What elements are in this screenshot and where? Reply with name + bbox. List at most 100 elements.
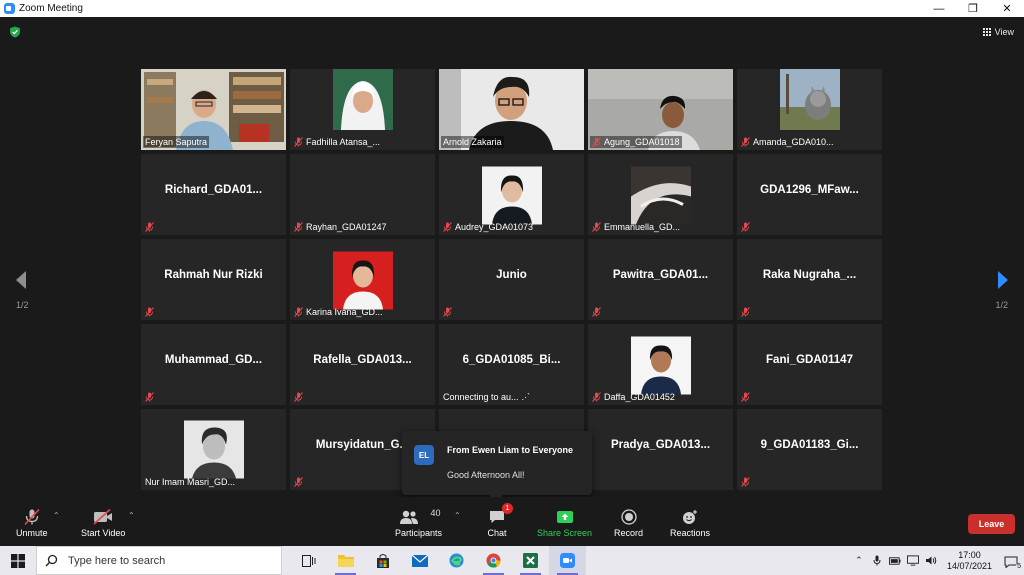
participant-photo <box>779 69 840 130</box>
participant-tile[interactable]: Fadhilla Atansa_... <box>290 69 435 150</box>
participant-tile[interactable]: Pradya_GDA013... <box>588 409 733 490</box>
participant-tile[interactable]: 9_GDA01183_Gi... <box>737 409 882 490</box>
share-screen-icon <box>554 508 576 526</box>
participant-display-name: Junio <box>496 269 527 281</box>
close-button[interactable]: ✕ <box>990 0 1024 17</box>
participant-tile[interactable]: Rayhan_GDA01247 <box>290 154 435 235</box>
microphone-tray-icon[interactable] <box>871 555 883 567</box>
clock-date: 14/07/2021 <box>946 560 992 571</box>
participant-tile[interactable]: Feryan Saputra <box>141 69 286 150</box>
participant-tile[interactable]: Emmanuella_GD... <box>588 154 733 235</box>
next-page-arrow-icon[interactable] <box>996 270 1010 290</box>
participant-name-label <box>292 476 305 488</box>
sender-avatar: EL <box>414 445 434 465</box>
audio-options-caret[interactable]: ⌃ <box>53 511 60 520</box>
show-hidden-icons-chevron-icon[interactable]: ⌃ <box>853 555 865 567</box>
participant-tile[interactable]: Agung_GDA01018 <box>588 69 733 150</box>
encryption-shield-icon[interactable] <box>9 26 21 38</box>
mail-button[interactable] <box>401 546 438 575</box>
participant-tile[interactable]: Karina Ivana_GD... <box>290 239 435 320</box>
edge-browser-button[interactable] <box>438 546 475 575</box>
participant-tile[interactable]: Audrey_GDA01073 <box>439 154 584 235</box>
zoom-taskbar-button[interactable] <box>549 546 586 575</box>
participant-tile[interactable]: 6_GDA01085_Bi... Connecting to au... .·` <box>439 324 584 405</box>
participant-name-label <box>739 391 752 403</box>
video-off-icon <box>92 508 114 526</box>
start-button[interactable] <box>0 546 36 575</box>
muted-mic-icon <box>294 222 303 232</box>
participant-tile[interactable]: Daffa_GDA01452 <box>588 324 733 405</box>
muted-mic-icon <box>741 137 750 147</box>
participant-tile[interactable]: Arnold Zakaria <box>439 69 584 150</box>
muted-microphone-icon <box>21 508 43 526</box>
participant-gallery: Feryan Saputra Fadhilla Atansa_... Arnol… <box>141 69 882 490</box>
participant-tile[interactable]: Raka Nugraha_... <box>737 239 882 320</box>
participant-display-name: Rafella_GDA013... <box>313 354 412 366</box>
unmute-button[interactable]: Unmute <box>16 508 48 538</box>
start-video-button[interactable]: Start Video <box>81 508 125 538</box>
microsoft-store-button[interactable] <box>364 546 401 575</box>
share-screen-button[interactable]: Share Screen <box>537 508 592 538</box>
participants-count: 40 <box>430 508 441 518</box>
record-icon <box>618 508 640 526</box>
battery-icon[interactable] <box>888 555 901 567</box>
participant-tile[interactable]: Pawitra_GDA01... <box>588 239 733 320</box>
muted-mic-icon <box>592 222 601 232</box>
participant-name: Emmanuella_GD... <box>604 222 681 232</box>
participants-options-caret[interactable]: ⌃ <box>454 511 461 520</box>
muted-mic-icon <box>443 222 452 232</box>
chat-message: Good Afternoon All! <box>447 470 525 480</box>
previous-page-arrow-icon[interactable] <box>14 270 28 290</box>
participant-tile[interactable]: Fani_GDA01147 <box>737 324 882 405</box>
mail-icon <box>411 554 428 567</box>
participant-tile[interactable]: Amanda_GDA010... <box>737 69 882 150</box>
participant-tile[interactable]: GDA1296_MFaw... <box>737 154 882 235</box>
participant-display-name: Pawitra_GDA01... <box>612 269 709 281</box>
clock-time: 17:00 <box>958 549 981 560</box>
edge-icon <box>449 553 464 568</box>
volume-icon[interactable] <box>925 555 937 567</box>
participant-name: Karina Ivana_GD... <box>306 307 383 317</box>
muted-mic-icon <box>145 222 154 232</box>
restore-button[interactable]: ❐ <box>956 0 990 17</box>
participant-name-label <box>739 306 752 318</box>
participant-tile[interactable]: Muhammad_GD... <box>141 324 286 405</box>
participant-display-name: 6_GDA01085_Bi... <box>462 354 561 366</box>
task-view-button[interactable] <box>290 546 327 575</box>
chat-notification[interactable]: EL From Ewen Liam to Everyone Good After… <box>402 431 592 503</box>
network-icon[interactable] <box>906 555 919 567</box>
file-explorer-button[interactable] <box>327 546 364 575</box>
participant-tile[interactable]: Nur Imam Masri_GD... <box>141 409 286 490</box>
excel-button[interactable] <box>512 546 549 575</box>
participant-name-label <box>590 306 603 318</box>
chrome-browser-button[interactable] <box>475 546 512 575</box>
action-center-button[interactable]: 5 <box>1004 555 1022 570</box>
windows-taskbar: Type here to search ⌃ 17:00 14/07/2021 5 <box>0 546 1024 575</box>
minimize-button[interactable]: — <box>922 0 956 17</box>
meeting-area: View 1/2 1/2 Feryan Saputra Fadhilla Ata… <box>0 17 1024 503</box>
view-button[interactable]: View <box>982 27 1014 37</box>
leave-button[interactable]: Leave <box>968 514 1015 534</box>
taskbar-search-box[interactable]: Type here to search <box>36 546 282 575</box>
participant-tile[interactable]: Rahmah Nur Rizki <box>141 239 286 320</box>
taskbar-apps <box>290 546 586 575</box>
video-options-caret[interactable]: ⌃ <box>128 511 135 520</box>
participant-tile[interactable]: Richard_GDA01... <box>141 154 286 235</box>
chat-button[interactable]: 1 Chat <box>486 503 513 538</box>
participant-display-name: Raka Nugraha_... <box>762 269 857 281</box>
taskbar-clock[interactable]: 17:00 14/07/2021 <box>947 550 992 572</box>
participant-photo <box>630 166 691 225</box>
muted-mic-icon <box>294 137 303 147</box>
participant-name: Rayhan_GDA01247 <box>306 222 387 232</box>
muted-mic-icon <box>294 477 303 487</box>
unmute-label: Unmute <box>16 528 48 538</box>
record-button[interactable]: Record <box>614 508 643 538</box>
participant-display-name: Muhammad_GD... <box>164 354 263 366</box>
participant-name-label: Audrey_GDA01073 <box>441 221 535 233</box>
participant-tile[interactable]: Rafella_GDA013... <box>290 324 435 405</box>
reactions-button[interactable]: Reactions <box>670 508 710 538</box>
meeting-controls: Unmute ⌃ Start Video ⌃ 40 Participants ⌃… <box>0 497 1024 546</box>
muted-mic-icon <box>592 307 601 317</box>
participant-tile[interactable]: Junio <box>439 239 584 320</box>
participants-button[interactable]: 40 Participants <box>395 508 442 538</box>
